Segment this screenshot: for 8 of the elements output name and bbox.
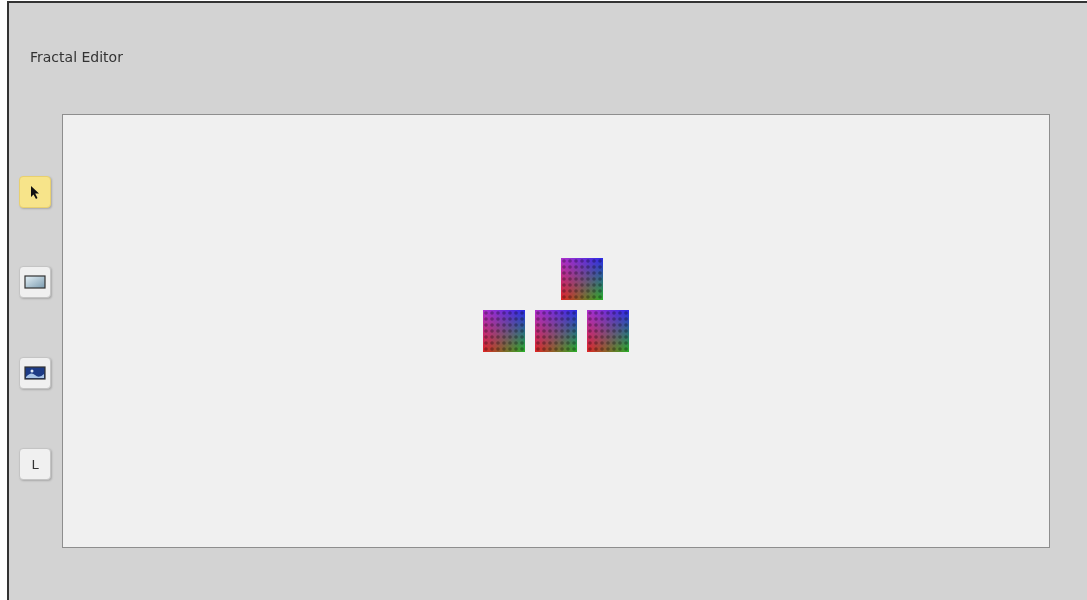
rectangle-tool-button[interactable] xyxy=(19,266,51,298)
pointer-tool-button[interactable] xyxy=(19,176,51,208)
rectangle-icon xyxy=(24,275,46,289)
cursor-icon xyxy=(30,184,40,200)
letter-tool-button[interactable]: L xyxy=(19,448,51,480)
image-icon xyxy=(24,366,46,380)
image-tool-button[interactable] xyxy=(19,357,51,389)
window-title: Fractal Editor xyxy=(29,48,124,67)
